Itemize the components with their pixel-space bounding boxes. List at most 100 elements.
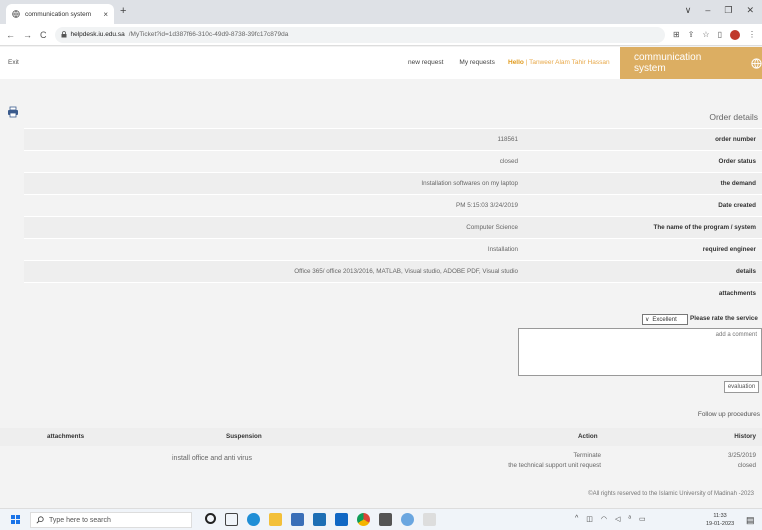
menu-icon[interactable]: ⋮ <box>748 30 756 39</box>
language-globe-icon[interactable] <box>751 57 762 69</box>
detail-label: the demand <box>720 180 756 187</box>
globe-icon <box>12 10 20 18</box>
address-bar-row: ← → C helpdesk.iu.edu.sa/MyTicket?id=1d3… <box>0 24 762 46</box>
calculator-icon[interactable] <box>379 513 392 526</box>
history-table: attachments Suspension Action History in… <box>0 428 762 476</box>
header-suspension: Suspension <box>226 433 262 440</box>
profile-avatar[interactable] <box>730 29 740 40</box>
lock-icon <box>61 31 66 38</box>
window-controls: ∨ – ❐ ✕ <box>685 5 754 16</box>
user-greeting: Hello | Tanweer Alam Tahir Hassan <box>508 59 610 66</box>
action-sub-cell: the technical support unit request <box>508 462 601 469</box>
history-header-row: attachments Suspension Action History <box>0 428 762 446</box>
detail-value: Installation softwares on my laptop <box>421 180 518 187</box>
tab-close-icon[interactable]: × <box>103 10 108 19</box>
rating-select[interactable]: ∨ Excellent <box>642 314 688 325</box>
detail-row: attachments <box>24 282 762 304</box>
back-icon[interactable]: ← <box>6 30 15 40</box>
detail-row: Installation softwares on my laptop the d… <box>24 172 762 194</box>
evaluation-button[interactable]: evaluation <box>724 381 759 393</box>
language-icon[interactable]: ᵃ <box>628 515 631 523</box>
history-status-cell: closed <box>737 462 756 469</box>
detail-value: Office 365/ office 2013/2016, MATLAB, Vi… <box>294 268 518 275</box>
system-tray: ^ ◫ ◠ ◁ ᵃ ▭ <box>575 515 646 523</box>
search-placeholder: Type here to search <box>49 516 111 524</box>
detail-value: Computer Science <box>466 224 518 231</box>
minimize-button[interactable]: – <box>705 5 710 16</box>
comment-field[interactable] <box>518 328 762 376</box>
url-field[interactable]: helpdesk.iu.edu.sa/MyTicket?id=1d387f66-… <box>54 26 666 43</box>
url-host: helpdesk.iu.edu.sa <box>70 31 125 38</box>
order-details-table: 118561 order number closed Order status In… <box>24 128 762 304</box>
nav-links: new request My requests <box>408 59 495 66</box>
clock-time: 11:33 <box>713 513 727 519</box>
detail-row: Computer Science The name of the program … <box>24 216 762 238</box>
suspension-cell: install office and anti virus <box>172 455 253 462</box>
maximize-button[interactable]: ❐ <box>724 5 732 16</box>
new-tab-button[interactable]: + <box>120 5 126 17</box>
detail-row: PM 5:15:03 3/24/2019 Date created <box>24 194 762 216</box>
detail-value: 118561 <box>497 136 518 143</box>
app-icon[interactable] <box>423 513 436 526</box>
exit-link[interactable]: Exit <box>8 59 19 66</box>
order-details-title: Order details <box>709 112 758 122</box>
detail-label: The name of the program / system <box>653 224 756 231</box>
hello-text: Hello <box>508 59 524 66</box>
rating-label: Please rate the service <box>690 315 758 322</box>
file-explorer-icon[interactable] <box>269 513 282 526</box>
detail-row: Installation required engineer <box>24 238 762 260</box>
cortana-icon[interactable] <box>205 513 216 524</box>
tab-title: communication system <box>25 10 92 18</box>
tab-list-icon[interactable]: ∨ <box>685 5 692 16</box>
share-icon[interactable]: ⇪ <box>688 30 695 39</box>
header-history: History <box>734 433 756 440</box>
detail-row: Office 365/ office 2013/2016, MATLAB, Vi… <box>24 260 762 282</box>
close-window-button[interactable]: ✕ <box>746 5 754 16</box>
detail-label: attachments <box>718 290 756 297</box>
store-icon[interactable] <box>291 513 304 526</box>
detail-value: PM 5:15:03 3/24/2019 <box>456 202 518 209</box>
history-date-cell: 3/25/2019 <box>727 452 756 459</box>
chevron-down-icon: ∨ <box>645 317 650 323</box>
new-request-link[interactable]: new request <box>408 59 443 66</box>
star-icon[interactable]: ☆ <box>702 30 709 39</box>
taskbar-search[interactable]: Type here to search <box>30 512 192 528</box>
windows-start-icon[interactable] <box>11 515 20 524</box>
outlook-icon[interactable] <box>335 513 348 526</box>
detail-label: Date created <box>718 202 756 209</box>
chevron-up-icon[interactable]: ^ <box>575 515 578 523</box>
chrome-icon[interactable] <box>357 513 370 526</box>
detail-label: order number <box>715 136 756 143</box>
browser-tab-strip: communication system × + ∨ – ❐ ✕ <box>0 0 762 24</box>
taskbar-clock[interactable]: 11:33 19-01-2023 <box>706 512 734 528</box>
detail-label: Order status <box>718 158 756 165</box>
battery-icon[interactable]: ▭ <box>639 515 646 523</box>
task-view-icon[interactable] <box>225 513 238 526</box>
taskbar-apps <box>205 513 436 526</box>
paint-icon[interactable] <box>401 513 414 526</box>
clock-date: 19-01-2023 <box>706 521 735 527</box>
action-cell: Terminate <box>573 452 601 459</box>
wifi-icon[interactable]: ◠ <box>601 515 607 523</box>
toolbar-icons: ⊞ ⇪ ☆ ▯ ⋮ <box>673 29 756 40</box>
mail-icon[interactable] <box>313 513 326 526</box>
copyright-footer: ©All rights reserved to the Islamic Univ… <box>588 491 754 497</box>
search-icon <box>36 516 44 524</box>
my-requests-link[interactable]: My requests <box>459 59 494 66</box>
browser-tab[interactable]: communication system × <box>6 4 114 24</box>
reload-icon[interactable]: C <box>40 30 47 40</box>
network-icon[interactable]: ◫ <box>586 515 593 523</box>
volume-icon[interactable]: ◁ <box>615 515 620 523</box>
sidepanel-icon[interactable]: ▯ <box>718 30 722 39</box>
printer-icon[interactable] <box>7 106 19 118</box>
header-action: Action <box>578 433 598 440</box>
windows-taskbar: Type here to search ^ ◫ ◠ ◁ ᵃ ▭ 11:33 19… <box>0 508 762 530</box>
brand-title: communication system <box>634 52 702 74</box>
forward-icon[interactable]: → <box>23 30 32 40</box>
translate-icon[interactable]: ⊞ <box>673 30 680 39</box>
detail-label: details <box>736 268 756 275</box>
detail-label: required engineer <box>702 246 756 253</box>
notification-icon[interactable]: ▤ <box>746 515 755 526</box>
edge-icon[interactable] <box>247 513 260 526</box>
detail-row: closed Order status <box>24 150 762 172</box>
